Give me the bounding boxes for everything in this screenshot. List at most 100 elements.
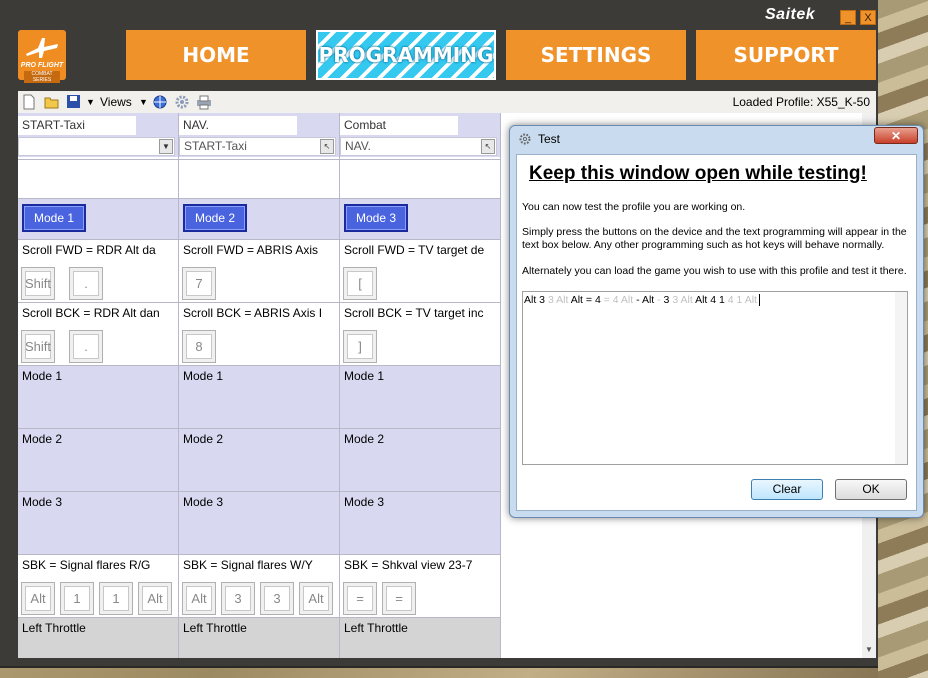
gear-icon[interactable] — [174, 94, 190, 110]
mode-2-cell[interactable]: Mode 2 — [18, 428, 178, 491]
key-close-bracket: ] — [343, 330, 377, 363]
expand-icon[interactable]: ↖ — [320, 139, 334, 154]
scroll-bck-cell[interactable]: Scroll BCK = RDR Alt dan Shift . — [18, 302, 178, 365]
sbk-label: SBK = Signal flares R/G — [22, 558, 151, 572]
dialog-heading: Keep this window open while testing! — [529, 163, 867, 184]
mode-combo[interactable]: START-Taxi ↖ — [179, 137, 336, 156]
key-3: 3 — [260, 582, 294, 615]
column-header[interactable]: START-Taxi — [18, 116, 136, 135]
mode-2-button[interactable]: Mode 2 — [183, 204, 247, 232]
loaded-profile-label: Loaded Profile: X55_K-50 — [732, 95, 870, 109]
expand-icon[interactable]: ↖ — [481, 139, 495, 154]
brand-label: Saitek — [765, 6, 816, 23]
logo-subtext: COMBAT SERIES — [24, 71, 60, 83]
gear-icon — [519, 133, 531, 145]
key-alt: Alt — [299, 582, 333, 615]
sbk-label: SBK = Signal flares W/Y — [183, 558, 313, 572]
mode-1-button[interactable]: Mode 1 — [22, 204, 86, 232]
scroll-bck-cell[interactable]: Scroll BCK = ABRIS Axis I 8 — [179, 302, 339, 365]
sbk-cell[interactable]: SBK = Signal flares R/G Alt 1 1 Alt — [18, 554, 178, 617]
test-output-segment: 4 1 Alt — [727, 294, 757, 306]
sbk-label: SBK = Shkval view 23-7 — [344, 558, 473, 572]
close-icon: ✕ — [890, 129, 902, 143]
textbox-scrollbar[interactable] — [895, 292, 907, 464]
key-alt: Alt — [138, 582, 172, 615]
test-output-textbox[interactable]: Alt 3 3 Alt Alt = 4 = 4 Alt - Alt - 3 3 … — [522, 291, 908, 465]
mode-3-button[interactable]: Mode 3 — [344, 204, 408, 232]
nav-programming[interactable]: PROGRAMMING — [316, 30, 496, 80]
mode-column-1: START-Taxi ▼ Mode 1 Scroll FWD = RDR Alt… — [18, 113, 179, 658]
ok-button[interactable]: OK — [835, 479, 907, 500]
sbk-cell[interactable]: SBK = Signal flares W/Y Alt 3 3 Alt — [179, 554, 339, 617]
mode-combo[interactable]: ▼ — [18, 137, 175, 156]
scroll-fwd-label: Scroll FWD = ABRIS Axis — [183, 243, 319, 257]
test-output-segment: = 4 Alt — [603, 294, 637, 306]
key-alt: Alt — [182, 582, 216, 615]
mode-3-cell[interactable]: Mode 3 — [340, 491, 500, 554]
left-throttle-cell[interactable]: Left Throttle — [179, 617, 339, 658]
nav-settings[interactable]: SETTINGS — [506, 30, 686, 80]
scroll-bck-label: Scroll BCK = TV target inc — [344, 306, 484, 320]
minimize-button[interactable]: _ — [840, 10, 856, 25]
close-button[interactable]: X — [860, 10, 876, 25]
printer-icon[interactable] — [196, 94, 212, 110]
open-folder-icon[interactable] — [44, 94, 60, 110]
pro-flight-logo: PRO FLIGHT COMBAT SERIES — [18, 30, 66, 83]
globe-icon[interactable] — [152, 94, 168, 110]
dialog-close-button[interactable]: ✕ — [874, 127, 918, 144]
left-throttle-cell[interactable]: Left Throttle — [18, 617, 178, 658]
test-output-segment: Alt 3 — [524, 294, 548, 306]
views-menu[interactable]: Views — [100, 94, 132, 110]
mode-2-cell[interactable]: Mode 2 — [340, 428, 500, 491]
clear-button[interactable]: Clear — [751, 479, 823, 500]
left-throttle-cell[interactable]: Left Throttle — [340, 617, 500, 658]
dialog-title: Test — [538, 132, 561, 146]
mode-1-cell[interactable]: Mode 1 — [340, 365, 500, 428]
test-output-text: Alt 3 3 Alt Alt = 4 = 4 Alt - Alt - 3 3 … — [524, 294, 757, 306]
mode-column-3: Combat NAV. ↖ Mode 3 Scroll FWD = TV targ… — [340, 113, 501, 658]
scroll-fwd-cell[interactable]: Scroll FWD = RDR Alt da Shift . — [18, 239, 178, 302]
chevron-down-icon[interactable]: ▼ — [159, 139, 173, 154]
key-open-bracket: [ — [343, 267, 377, 300]
dialog-paragraph-1: You can now test the profile you are wor… — [522, 201, 746, 213]
test-output-segment: 3 Alt — [672, 294, 696, 306]
test-output-segment: - Alt — [636, 294, 658, 306]
mode-3-cell[interactable]: Mode 3 — [179, 491, 339, 554]
scroll-fwd-cell[interactable]: Scroll FWD = ABRIS Axis 7 — [179, 239, 339, 302]
dialog-body: Keep this window open while testing! You… — [516, 154, 917, 511]
column-header[interactable]: Combat — [340, 116, 458, 135]
mode-1-cell[interactable]: Mode 1 — [18, 365, 178, 428]
toolbar: ▼ Views ▼ Loaded Profile: X55_K-50 — [18, 91, 876, 114]
nav-support[interactable]: SUPPORT — [696, 30, 876, 80]
mode-1-cell[interactable]: Mode 1 — [179, 365, 339, 428]
test-output-segment: 3 Alt — [547, 294, 571, 306]
scroll-bck-label: Scroll BCK = ABRIS Axis I — [183, 306, 323, 320]
key-7: 7 — [182, 267, 216, 300]
mode-column-2: NAV. START-Taxi ↖ Mode 2 Scroll FWD = ABR… — [179, 113, 340, 658]
key-period: . — [69, 267, 103, 300]
key-1: 1 — [60, 582, 94, 615]
scroll-fwd-label: Scroll FWD = TV target de — [344, 243, 485, 257]
key-equals: = — [382, 582, 416, 615]
key-alt: Alt — [21, 582, 55, 615]
test-output-segment: Alt = 4 — [570, 294, 604, 306]
nav-home[interactable]: HOME — [126, 30, 306, 80]
test-output-segment: Alt 4 1 — [695, 294, 728, 306]
save-dropdown-icon[interactable]: ▼ — [86, 94, 95, 110]
views-dropdown-icon[interactable]: ▼ — [139, 94, 148, 110]
column-header[interactable]: NAV. — [179, 116, 297, 135]
test-dialog: Test ✕ Keep this window open while testi… — [509, 125, 924, 518]
new-file-icon[interactable] — [22, 94, 36, 110]
dialog-paragraph-2: Simply press the buttons on the device a… — [522, 226, 907, 251]
scroll-bck-label: Scroll BCK = RDR Alt dan — [22, 306, 160, 320]
scroll-fwd-cell[interactable]: Scroll FWD = TV target de [ — [340, 239, 500, 302]
key-shift: Shift — [21, 267, 55, 300]
sbk-cell[interactable]: SBK = Shkval view 23-7 = = — [340, 554, 500, 617]
scroll-bck-cell[interactable]: Scroll BCK = TV target inc ] — [340, 302, 500, 365]
key-shift: Shift — [21, 330, 55, 363]
mode-2-cell[interactable]: Mode 2 — [179, 428, 339, 491]
scroll-down-icon[interactable]: ▼ — [865, 645, 873, 654]
save-icon[interactable] — [66, 94, 82, 110]
mode-3-cell[interactable]: Mode 3 — [18, 491, 178, 554]
mode-combo[interactable]: NAV. ↖ — [340, 137, 497, 156]
